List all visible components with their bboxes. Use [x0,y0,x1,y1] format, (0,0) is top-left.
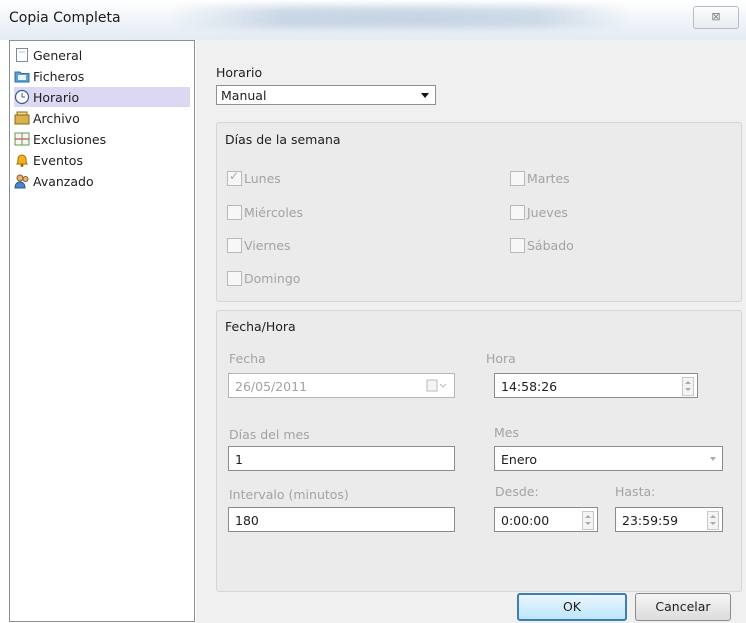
calendar-icon [426,379,448,395]
sidebar-item-label: Exclusiones [33,131,107,147]
folder-icon [14,68,30,84]
fecha-label: Fecha [229,351,266,366]
intervalo-value: 180 [235,513,259,528]
sidebar-item-exclusiones[interactable]: Exclusiones [14,129,190,149]
hasta-spinbox[interactable]: 23:59:59 [615,507,723,532]
checkbox-sabado[interactable]: Sábado [510,238,574,253]
checkbox-label: Viernes [244,238,291,253]
checkbox-label: Domingo [244,271,301,286]
checkbox-label: Sábado [527,238,574,253]
bell-icon [14,152,30,168]
desde-label: Desde: [495,484,539,499]
category-sidebar: General Ficheros Horario Archivo Exclusi… [9,40,195,622]
sidebar-item-label: Avanzado [33,173,94,189]
checkbox-box [510,205,525,220]
checkbox-box [227,205,242,220]
dias-mes-value: 1 [235,452,243,467]
sidebar-item-label: Archivo [33,110,80,126]
checkbox-domingo[interactable]: Domingo [227,271,300,286]
cancel-button[interactable]: Cancelar [635,593,731,621]
title-bar-glow [170,6,630,28]
mes-select[interactable]: Enero [494,446,723,471]
archive-icon [14,110,30,126]
close-icon: ⊠ [711,10,721,23]
sidebar-item-label: General [33,47,83,63]
hasta-value: 23:59:59 [622,513,679,528]
clock-icon [14,89,30,105]
checkbox-label: Miércoles [244,205,304,220]
sidebar-item-avanzado[interactable]: Avanzado [14,171,190,191]
checkbox-label: Lunes [244,171,281,186]
settings-panel: Horario Manual Días de la semana Lunes M… [196,40,746,623]
intervalo-label: Intervalo (minutos) [229,487,349,502]
checkbox-box [510,238,525,253]
sidebar-item-ficheros[interactable]: Ficheros [14,66,190,86]
mes-label: Mes [494,425,519,440]
hora-value: 14:58:26 [501,379,558,394]
chevron-down-icon [710,457,716,461]
checkbox-box [510,171,525,186]
desde-spinbox[interactable]: 0:00:00 [494,507,598,532]
schedule-label: Horario [216,65,263,80]
hora-spinbox[interactable]: 14:58:26 [494,373,698,398]
close-button[interactable]: ⊠ [693,6,739,29]
sidebar-item-general[interactable]: General [14,45,190,65]
spin-arrows-icon[interactable] [582,511,594,530]
sidebar-item-label: Eventos [33,152,83,168]
weekdays-legend: Días de la semana [225,132,341,147]
mes-value: Enero [501,452,538,467]
checkbox-martes[interactable]: Martes [510,171,570,186]
title-bar: Copia Completa ⊠ [0,0,746,40]
spin-arrows-icon[interactable] [682,377,694,396]
ok-button[interactable]: OK [517,593,627,621]
spin-arrows-icon[interactable] [707,511,719,530]
hora-label: Hora [486,351,516,366]
fecha-datepicker[interactable]: 26/05/2011 [228,373,455,398]
sidebar-item-eventos[interactable]: Eventos [14,150,190,170]
checkbox-lunes[interactable]: Lunes [227,169,281,186]
checkbox-jueves[interactable]: Jueves [510,205,568,220]
exclusions-icon [14,131,30,147]
sidebar-item-label: Horario [33,89,80,105]
sidebar-item-horario[interactable]: Horario [14,87,190,107]
schedule-select[interactable]: Manual [216,85,436,105]
schedule-value: Manual [221,88,267,103]
datetime-group: Fecha/Hora Fecha 26/05/2011 Hora 14:58:2… [216,310,742,592]
chevron-down-icon [421,93,429,98]
users-icon [14,173,30,189]
hasta-label: Hasta: [615,484,656,499]
checkbox-box [227,169,242,186]
dias-mes-label: Días del mes [229,427,310,442]
checkbox-miercoles[interactable]: Miércoles [227,205,303,220]
sidebar-item-label: Ficheros [33,68,85,84]
window-title: Copia Completa [9,10,121,26]
datetime-legend: Fecha/Hora [225,319,296,334]
checkbox-box [227,271,242,286]
checkbox-viernes[interactable]: Viernes [227,238,290,253]
fecha-value: 26/05/2011 [235,379,308,394]
checkbox-label: Jueves [527,205,568,220]
checkbox-label: Martes [527,171,570,186]
desde-value: 0:00:00 [501,513,550,528]
sidebar-item-archivo[interactable]: Archivo [14,108,190,128]
weekdays-group: Días de la semana Lunes Martes Miércoles… [216,122,742,302]
checkbox-box [227,238,242,253]
dias-mes-input[interactable]: 1 [228,446,455,471]
page-icon [14,47,30,63]
intervalo-input[interactable]: 180 [228,507,455,532]
